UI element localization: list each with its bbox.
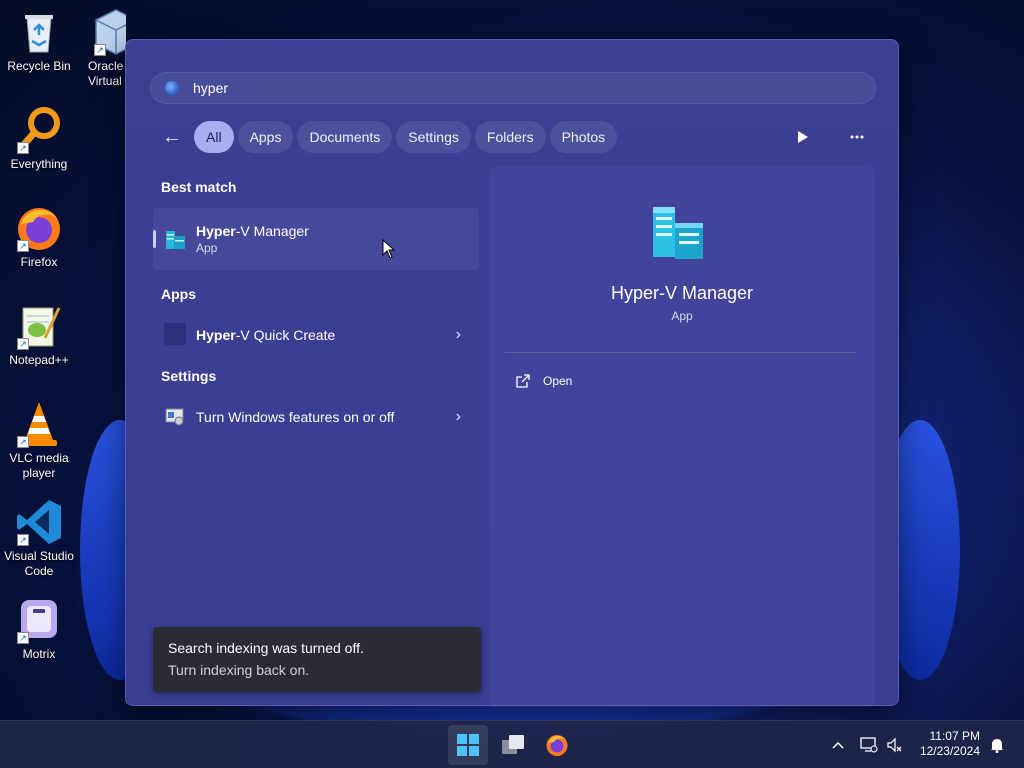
- desktop-icon-motrix[interactable]: ↗ Motrix: [2, 596, 76, 662]
- task-view-button[interactable]: [493, 725, 533, 765]
- back-button[interactable]: ←: [160, 121, 184, 153]
- detail-divider: [505, 352, 857, 353]
- shortcut-arrow-icon: ↗: [17, 632, 29, 644]
- shortcut-arrow-icon: ↗: [17, 436, 29, 448]
- volume-button[interactable]: [884, 721, 906, 768]
- desktop-icon-vlc[interactable]: ↗ VLC media player: [2, 400, 76, 481]
- result-title: Turn Windows features on or off: [196, 409, 395, 425]
- clock-date: 12/23/2024: [919, 744, 980, 758]
- desktop-icon-label: Motrix: [22, 647, 56, 661]
- desktop-icon-recycle-bin[interactable]: Recycle Bin: [2, 8, 76, 74]
- shortcut-arrow-icon: ↗: [17, 338, 29, 350]
- desktop-icon-label: Oracle Virtual: [88, 59, 124, 88]
- vscode-icon: ↗: [15, 498, 63, 546]
- taskbar: 11:07 PM 12/23/2024: [0, 720, 1024, 768]
- volume-mute-icon: [887, 737, 902, 753]
- windows-features-icon: [164, 405, 188, 429]
- chevron-up-icon: [832, 741, 844, 749]
- detail-pane: Hyper-V Manager App Open: [489, 167, 875, 707]
- search-box[interactable]: [150, 72, 876, 104]
- settings-heading: Settings: [161, 368, 217, 384]
- shortcut-arrow-icon: ↗: [17, 534, 29, 546]
- play-icon: [798, 131, 808, 143]
- tab-folders[interactable]: Folders: [474, 121, 546, 153]
- notepadpp-icon: ↗: [15, 302, 63, 350]
- detail-subtitle: App: [671, 309, 693, 323]
- start-search-panel: ← All Apps Documents Settings Folders Ph…: [125, 39, 899, 707]
- desktop-icon-label: Firefox: [20, 255, 58, 269]
- vlc-cone-icon: ↗: [15, 400, 63, 448]
- tab-settings[interactable]: Settings: [396, 121, 471, 153]
- toast-message: Search indexing was turned off.: [168, 640, 364, 656]
- desktop-icon-label: Everything: [10, 157, 68, 171]
- chevron-right-icon: ›: [455, 408, 461, 425]
- shortcut-arrow-icon: ↗: [17, 240, 29, 252]
- bell-icon: [991, 739, 1003, 753]
- tab-photos[interactable]: Photos: [549, 121, 618, 153]
- open-external-icon: [516, 374, 530, 388]
- detail-title: Hyper-V Manager: [610, 283, 754, 303]
- tab-all[interactable]: All: [194, 121, 234, 153]
- recycle-bin-icon: [15, 8, 63, 56]
- hyper-v-manager-large-icon: [649, 201, 711, 268]
- motrix-icon: ↗: [15, 596, 63, 644]
- clock[interactable]: 11:07 PM 12/23/2024: [920, 729, 980, 759]
- desktop-icon-oracle-virtualbox[interactable]: ↗ Oracle Virtual: [76, 8, 126, 89]
- play-button[interactable]: [788, 121, 818, 153]
- open-action[interactable]: Open: [515, 373, 572, 389]
- desktop-icon-label: Recycle Bin: [7, 59, 71, 73]
- filter-tabs: ← All Apps Documents Settings Folders Ph…: [160, 121, 621, 153]
- desktop-icon-vscode[interactable]: ↗ Visual Studio Code: [2, 498, 76, 579]
- firefox-icon: [546, 735, 568, 756]
- desktop-icon-label: VLC media player: [9, 451, 69, 480]
- everything-search-icon: ↗: [15, 106, 63, 154]
- shortcut-arrow-icon: ↗: [17, 142, 29, 154]
- more-options-button[interactable]: [842, 121, 872, 153]
- virtualbox-icon: ↗: [92, 8, 126, 56]
- notifications-button[interactable]: [986, 721, 1008, 768]
- desktop-icon-notepadpp[interactable]: ↗ Notepad++: [2, 302, 76, 368]
- desktop-icon-label: Visual Studio Code: [4, 549, 74, 578]
- apps-heading: Apps: [161, 286, 196, 302]
- more-icon: [850, 135, 864, 139]
- toast-link[interactable]: Turn indexing back on.: [168, 662, 466, 678]
- open-action-label: Open: [543, 374, 573, 388]
- taskbar-firefox[interactable]: [537, 725, 577, 765]
- result-title: Hyper-V Quick Create: [196, 327, 336, 343]
- start-button[interactable]: [448, 725, 488, 765]
- best-match-heading: Best match: [161, 179, 237, 195]
- result-hyper-v-quick-create[interactable]: Hyper-V Quick Create ›: [153, 320, 479, 350]
- desktop-icon-firefox[interactable]: ↗ Firefox: [2, 204, 76, 270]
- result-title: Hyper-V Manager: [196, 223, 309, 239]
- search-icon: [165, 81, 179, 95]
- hyper-v-manager-icon: [164, 227, 188, 251]
- indexing-toast: Search indexing was turned off. Turn ind…: [153, 627, 481, 692]
- search-input[interactable]: [193, 80, 793, 96]
- arrow-left-icon: ←: [162, 125, 182, 148]
- app-placeholder-icon: [164, 323, 188, 347]
- network-icon: [860, 737, 878, 753]
- chevron-right-icon: ›: [455, 326, 461, 343]
- result-turn-windows-features[interactable]: Turn Windows features on or off ›: [153, 402, 479, 432]
- result-subtitle: App: [196, 241, 218, 255]
- clock-time: 11:07 PM: [929, 729, 980, 743]
- shortcut-arrow-icon: ↗: [94, 44, 106, 56]
- start-icon: [457, 734, 479, 756]
- firefox-icon: ↗: [15, 204, 63, 252]
- desktop-icon-label: Notepad++: [9, 353, 69, 367]
- task-view-icon: [502, 735, 524, 754]
- tab-documents[interactable]: Documents: [297, 121, 393, 153]
- mouse-cursor-icon: [382, 239, 396, 259]
- best-match-result[interactable]: Hyper-V Manager App: [153, 208, 479, 270]
- tab-apps[interactable]: Apps: [237, 121, 294, 153]
- network-button[interactable]: [858, 721, 880, 768]
- desktop-icon-everything[interactable]: ↗ Everything: [2, 106, 76, 172]
- show-hidden-icons-button[interactable]: [828, 721, 848, 768]
